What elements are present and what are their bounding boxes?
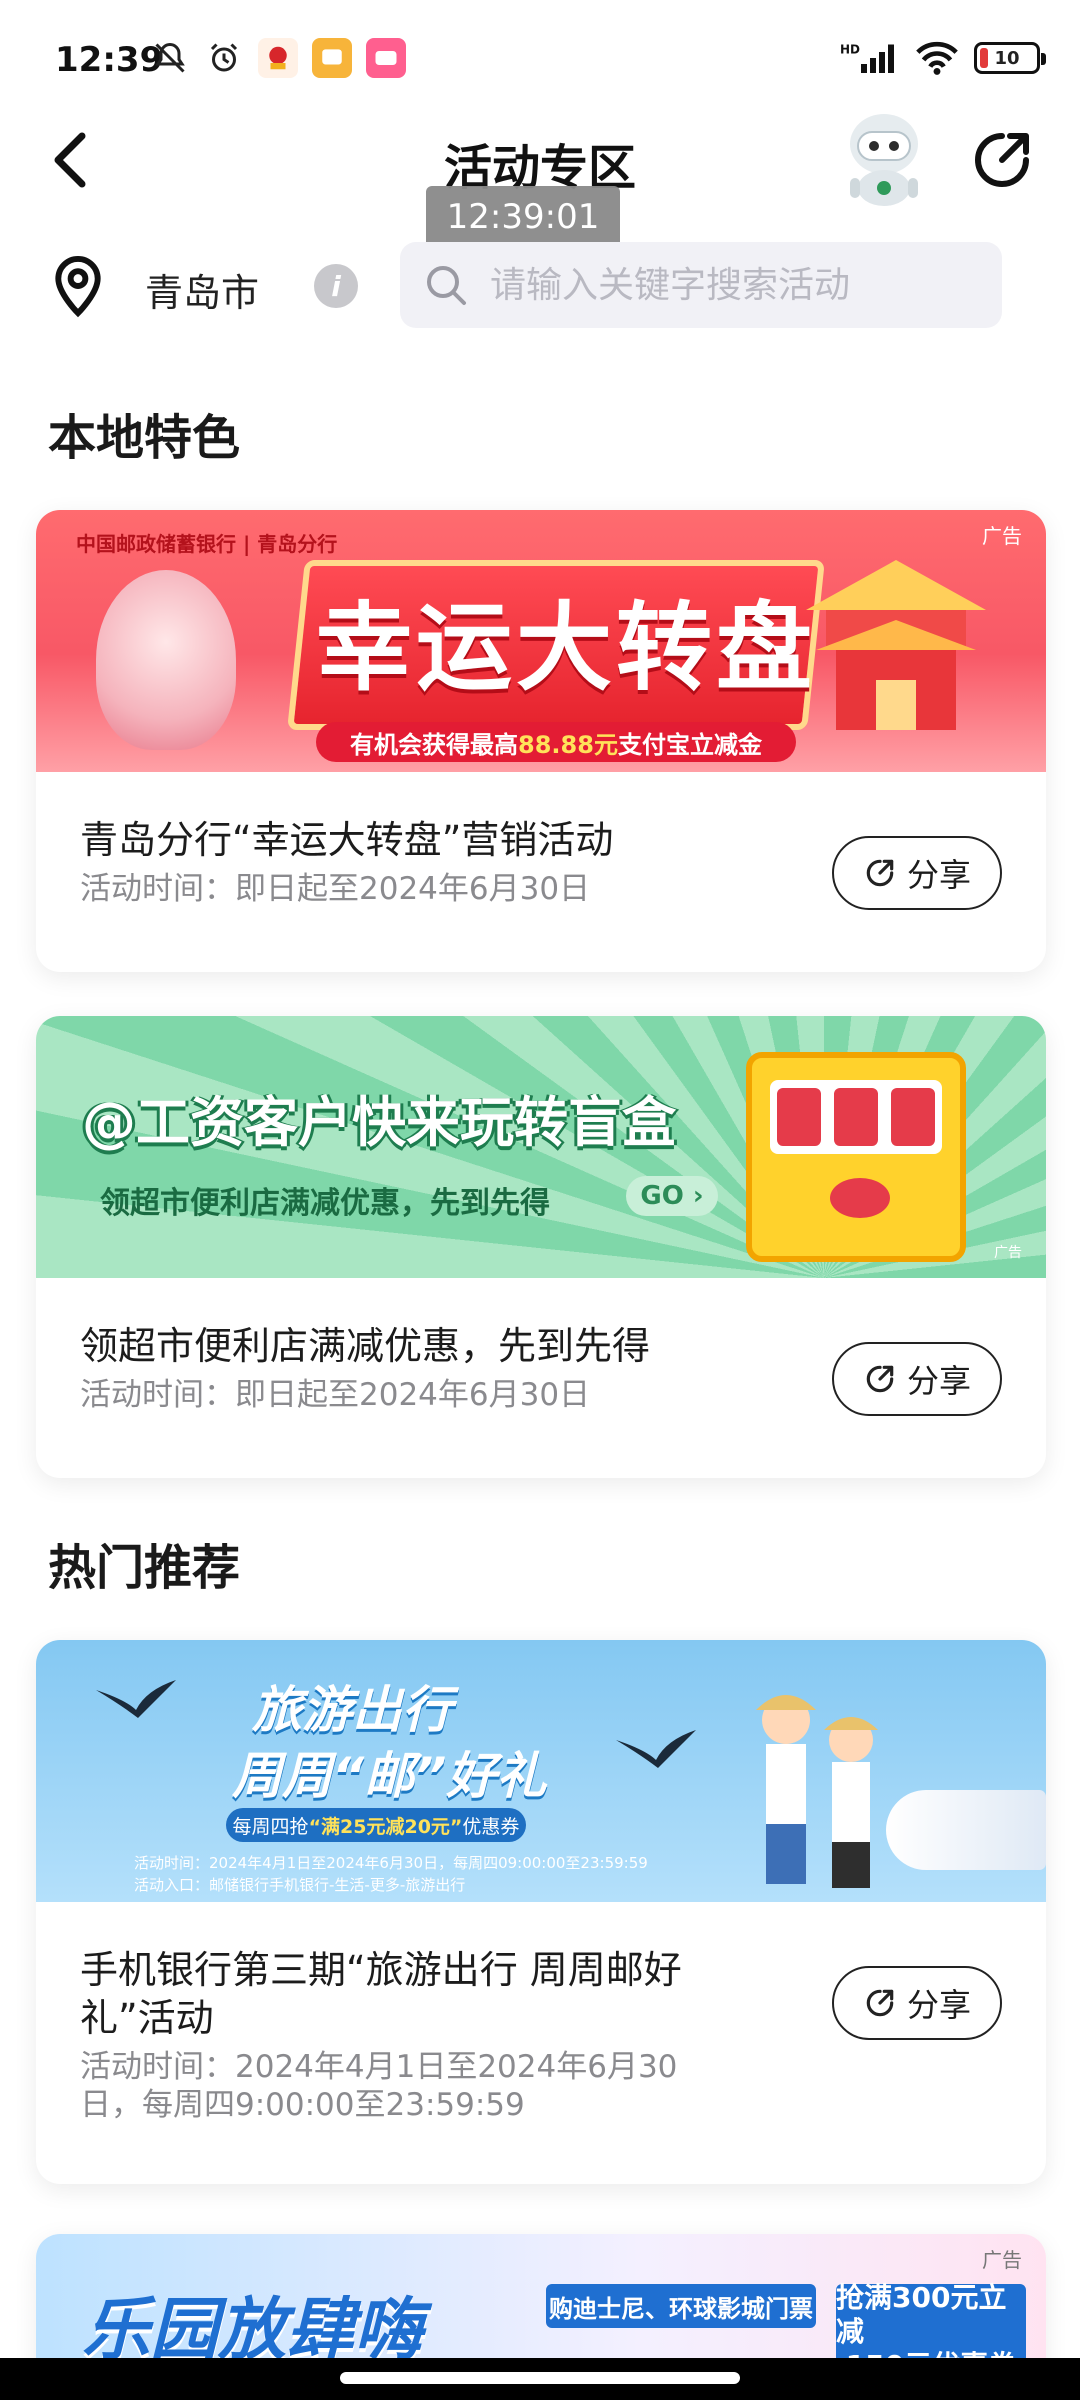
banner-sub-prefix: 有机会获得最高 xyxy=(350,730,519,759)
banner-small-line1: 活动时间：2024年4月1日至2024年6月30日，每周四09:00:00至23… xyxy=(134,1854,648,1872)
card-time: 活动时间：即日起至2024年6月30日 xyxy=(80,1377,591,1413)
train-illustration xyxy=(886,1790,1046,1870)
section-title-hot: 热门推荐 xyxy=(48,1540,241,1596)
section-title-local: 本地特色 xyxy=(48,410,241,466)
app-notification-icon xyxy=(258,38,298,78)
activity-card[interactable]: 旅游出行 周周“邮”好礼 每周四抢 “满25元减20元” 优惠券 活动时间：2024… xyxy=(36,1640,1046,2184)
banner-headline-line2: 周周“邮”好礼 xyxy=(232,1747,547,1805)
share-label: 分享 xyxy=(906,1362,971,1400)
share-arrow-icon xyxy=(866,1365,894,1393)
city-selector[interactable]: 青岛市 xyxy=(145,262,259,317)
share-button[interactable]: 分享 xyxy=(832,836,1002,910)
card-time: 活动时间：即日起至2024年6月30日 xyxy=(80,871,591,907)
card-body: 领超市便利店满减优惠，先到先得 活动时间：即日起至2024年6月30日 分享 xyxy=(36,1278,1046,1416)
activity-card[interactable]: 中国邮政储蓄银行 | 青岛分行 广告 幸运大转盘 有机会获得最高 88.88元 支付… xyxy=(36,510,1046,972)
card-title: 领超市便利店满减优惠，先到先得 xyxy=(80,1324,651,1368)
banner-headline-line1: 旅游出行 xyxy=(252,1681,452,1739)
info-icon[interactable]: i xyxy=(314,264,358,308)
slot-machine-illustration xyxy=(746,1052,966,1262)
location-search-row: 青岛市 i xyxy=(0,240,1080,330)
share-arrow-icon xyxy=(975,133,1029,187)
travelers-illustration xyxy=(756,1695,878,1888)
card-body: 手机银行第三期“旅游出行 周周邮好礼”活动 活动时间：2024年4月1日至202… xyxy=(36,1902,1046,2124)
banner-small-text: 活动时间：2024年4月1日至2024年6月30日，每周四09:00:00至23… xyxy=(134,1852,648,1896)
robot-mascot-icon xyxy=(850,114,918,206)
swallow-bird-icon xyxy=(616,1730,696,1768)
ad-tag: 广告 xyxy=(982,524,1022,548)
coupon-line1: 抢满300元立减 xyxy=(836,2281,1007,2348)
ad-tag: 广告 xyxy=(982,2248,1022,2272)
card-body: 青岛分行“幸运大转盘”营销活动 活动时间：即日起至2024年6月30日 分享 xyxy=(36,772,1046,910)
activity-banner-blind-box[interactable]: 广告 @工资客户快来玩转盲盒 领超市便利店满减优惠，先到先得 GO › xyxy=(36,1016,1046,1278)
activity-card[interactable]: 广告 @工资客户快来玩转盲盒 领超市便利店满减优惠，先到先得 GO › 领超市便… xyxy=(36,1016,1046,1478)
status-right-icons: HD 10 xyxy=(840,40,1046,76)
home-indicator[interactable] xyxy=(340,2372,740,2384)
banner-sub-suffix: 支付宝立减金 xyxy=(617,730,762,759)
card-time: 活动时间：2024年4月1日至2024年6月30日，每周四9:00:00至23:… xyxy=(80,2049,678,2123)
card-title: 青岛分行“幸运大转盘”营销活动 xyxy=(80,818,614,862)
banner-subline: 有机会获得最高 88.88元 支付宝立减金 xyxy=(316,722,796,762)
banner-tag: 购迪士尼、环球影城门票 xyxy=(546,2284,816,2328)
pill-highlight: “满25元减20元” xyxy=(308,1815,463,1838)
assistant-robot-button[interactable] xyxy=(836,108,932,208)
battery-level: 10 xyxy=(994,47,1020,69)
activity-banner-lucky-wheel[interactable]: 中国邮政储蓄银行 | 青岛分行 广告 幸运大转盘 有机会获得最高 88.88元 支付… xyxy=(36,510,1046,772)
card-title: 手机银行第三期“旅游出行 周周邮好礼”活动 xyxy=(80,1948,682,2040)
share-page-button[interactable] xyxy=(970,128,1034,192)
battery-icon: 10 xyxy=(974,42,1046,74)
signal-icon: HD xyxy=(840,43,894,73)
search-box[interactable] xyxy=(400,242,1002,328)
search-input[interactable] xyxy=(490,264,970,306)
status-time: 12:39 xyxy=(55,40,164,80)
banner-headline: 幸运大转盘 xyxy=(316,592,816,704)
location-pin-icon[interactable] xyxy=(48,254,108,318)
swallow-bird-icon xyxy=(96,1680,176,1718)
alarm-icon xyxy=(204,38,244,78)
status-notification-icons xyxy=(150,38,406,78)
banner-subline: 领超市便利店满减优惠，先到先得 xyxy=(100,1186,550,1221)
share-label: 分享 xyxy=(906,1986,971,2024)
message-app-icon xyxy=(312,38,352,78)
go-button[interactable]: GO › xyxy=(626,1176,718,1216)
banner-headline: @工资客户快来玩转盲盒 xyxy=(82,1091,676,1154)
banner-sub-amount: 88.88元 xyxy=(518,730,618,759)
timestamp-toast: 12:39:01 xyxy=(426,186,620,248)
share-arrow-icon xyxy=(866,859,894,887)
share-label: 分享 xyxy=(906,856,971,894)
temple-illustration xyxy=(806,560,986,730)
activity-banner-travel[interactable]: 旅游出行 周周“邮”好礼 每周四抢 “满25元减20元” 优惠券 活动时间：2024… xyxy=(36,1640,1046,1902)
pill-suffix: 优惠券 xyxy=(462,1815,520,1838)
mute-icon xyxy=(150,38,190,78)
activity-page: 12:39 HD 10 活动专区 12:39:01 青岛市 i 请输入关键字搜索… xyxy=(0,0,1080,2400)
share-button[interactable]: 分享 xyxy=(832,1342,1002,1416)
banner-pill: 每周四抢 “满25元减20元” 优惠券 xyxy=(226,1808,526,1842)
banner-small-line2: 活动入口：邮储银行手机银行-生活-更多-旅游出行 xyxy=(134,1876,466,1894)
pill-prefix: 每周四抢 xyxy=(232,1815,309,1838)
share-button[interactable]: 分享 xyxy=(832,1966,1002,2040)
svg-text:HD: HD xyxy=(840,43,860,57)
shopping-app-icon xyxy=(366,38,406,78)
wifi-icon xyxy=(916,41,958,75)
dragon-mascot-image xyxy=(96,570,236,750)
share-arrow-icon xyxy=(866,1989,894,2017)
search-icon xyxy=(427,266,466,305)
bank-logo-text: 中国邮政储蓄银行 | 青岛分行 xyxy=(76,532,338,556)
ad-tag: 广告 xyxy=(994,1245,1022,1261)
